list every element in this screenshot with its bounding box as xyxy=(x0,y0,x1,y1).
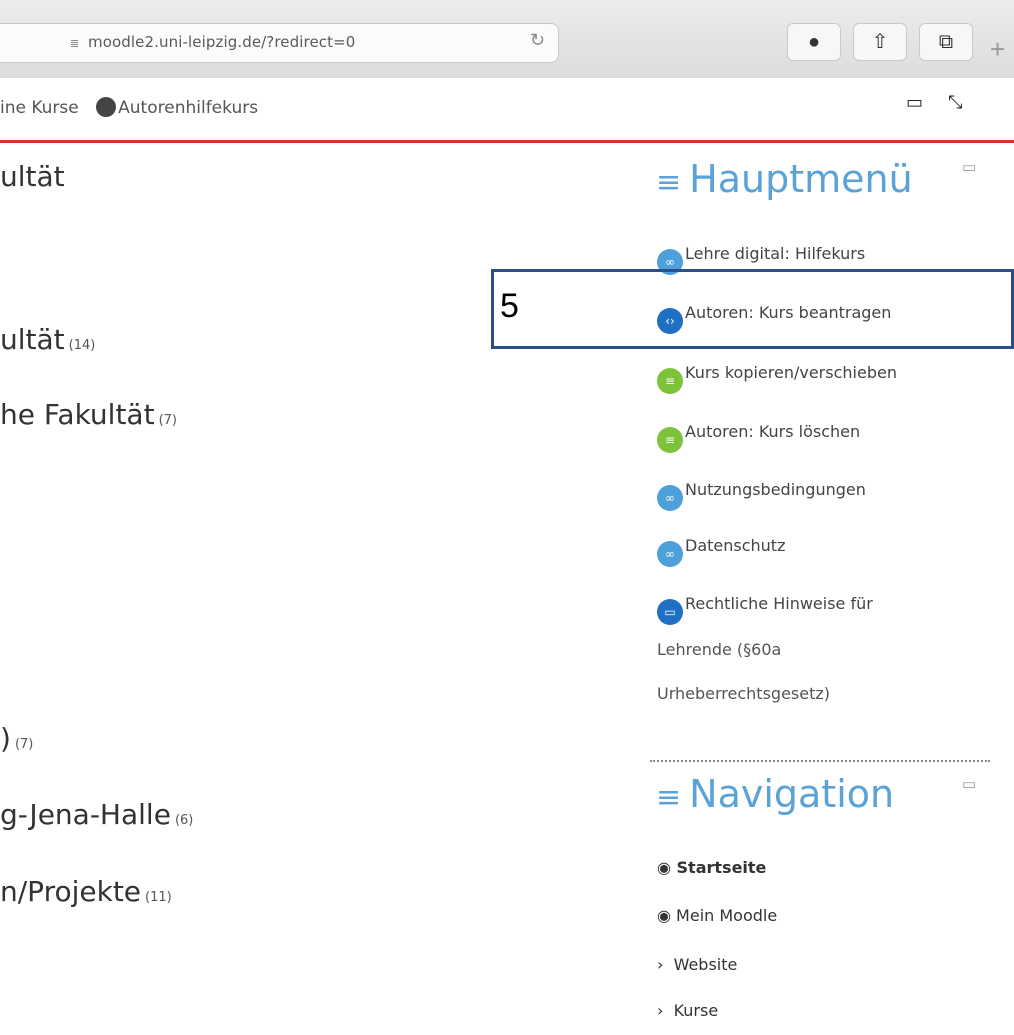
menu-item-nutzungsbedingungen[interactable]: ∞ Nutzungsbedingungen xyxy=(657,480,866,511)
doc-icon: ≡ xyxy=(657,427,683,453)
block-divider xyxy=(650,760,990,762)
chevron-right-icon: › xyxy=(657,955,674,974)
reader-button[interactable]: ● xyxy=(787,23,841,61)
share-icon: ⇧ xyxy=(871,31,889,53)
tabs-icon: ⧉ xyxy=(938,31,954,53)
url-text: moodle2.uni-leipzig.de/?redirect=0 xyxy=(88,33,356,51)
menu-icon: ≡ xyxy=(656,165,682,200)
link-icon: ∞ xyxy=(657,485,683,511)
my-courses-link[interactable]: ine Kurse xyxy=(0,98,79,118)
moodle-navbar: ine Kurse Autorenhilfekurs xyxy=(0,78,1014,143)
tabs-button[interactable]: ⧉ xyxy=(919,23,973,61)
nav-item-startseite[interactable]: ◉ Startseite xyxy=(657,858,766,877)
menu-item-rechtliche-hinweise[interactable]: ▭ Rechtliche Hinweise für xyxy=(657,594,873,625)
doc-icon: ≡ xyxy=(657,368,683,394)
category-item[interactable]: ) (7) xyxy=(0,722,33,755)
collapse-fullscreen-icon[interactable]: ⤡ xyxy=(948,92,962,113)
dashboard-icon: ◉ xyxy=(657,858,677,877)
category-item[interactable]: he Fakultät (7) xyxy=(0,398,177,431)
nav-item-website[interactable]: › Website xyxy=(657,955,737,974)
nav-item-mein-moodle[interactable]: ◉ Mein Moodle xyxy=(657,906,777,925)
toggle-sidebar-icon[interactable]: ▭ xyxy=(906,92,923,113)
menu-item-datenschutz[interactable]: ∞ Datenschutz xyxy=(657,536,785,567)
course-link[interactable]: Autorenhilfekurs xyxy=(118,98,258,118)
category-item[interactable]: ultät xyxy=(0,160,65,193)
browser-toolbar: ≣ moodle2.uni-leipzig.de/?redirect=0 ↻ ●… xyxy=(0,0,1014,79)
menu-icon: ≡ xyxy=(656,780,682,815)
menu-item-kurs-kopieren[interactable]: ≡ Kurs kopieren/verschieben xyxy=(657,363,897,394)
new-tab-icon[interactable]: + xyxy=(990,34,1005,65)
category-item[interactable]: g-Jena-Halle (6) xyxy=(0,798,193,831)
course-icon xyxy=(96,97,117,117)
category-item[interactable]: n/Projekte (11) xyxy=(0,875,172,908)
menu-item-wrap-line[interactable]: Lehrende (§60a xyxy=(657,640,781,659)
block-collapse-icon[interactable]: ▭ xyxy=(962,775,976,793)
category-item[interactable]: ultät (14) xyxy=(0,323,95,356)
annotation-box xyxy=(491,269,1014,349)
nav-item-kurse[interactable]: › Kurse xyxy=(657,1001,718,1020)
menu-item-kurs-loeschen[interactable]: ≡ Autoren: Kurs löschen xyxy=(657,422,860,453)
lock-icon: ≣ xyxy=(70,38,80,50)
address-bar[interactable]: ≣ moodle2.uni-leipzig.de/?redirect=0 ↻ xyxy=(0,23,559,63)
block-collapse-icon[interactable]: ▭ xyxy=(962,158,976,176)
breadcrumb: ine Kurse Autorenhilfekurs xyxy=(0,97,258,118)
hauptmenu-title: ≡ Hauptmenü xyxy=(656,157,913,201)
annotation-number: 5 xyxy=(500,287,519,325)
book-icon: ▭ xyxy=(657,599,683,625)
menu-item-wrap-line[interactable]: Urheberrechtsgesetz) xyxy=(657,684,830,703)
dashboard-icon: ◉ xyxy=(657,906,677,925)
reload-icon[interactable]: ↻ xyxy=(530,30,545,51)
chevron-right-icon: › xyxy=(657,1001,674,1020)
link-icon: ∞ xyxy=(657,541,683,567)
navigation-title: ≡ Navigation xyxy=(656,772,895,816)
reader-icon: ● xyxy=(807,31,821,53)
share-button[interactable]: ⇧ xyxy=(853,23,907,61)
